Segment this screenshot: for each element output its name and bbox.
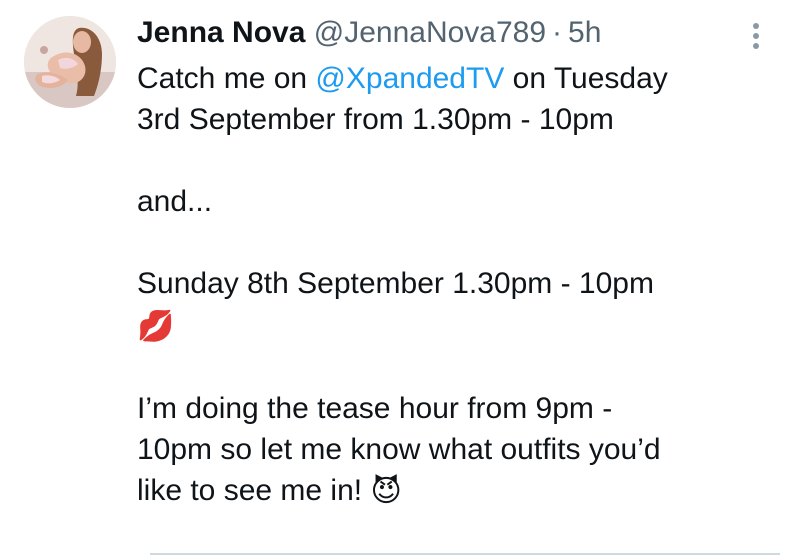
- tweet[interactable]: Jenna Nova @JennaNova789 · 5h Catch me on …: [0, 0, 800, 558]
- header-separator: ·: [552, 16, 563, 49]
- tweet-line: like to see me in! 😈: [137, 470, 777, 513]
- more-options-button[interactable]: [742, 18, 770, 54]
- smiling-devil-emoji: 😈: [370, 475, 402, 509]
- tweet-line: Sunday 8th September 1.30pm - 10pm: [137, 267, 654, 300]
- tweet-header: Jenna Nova @JennaNova789 · 5h: [137, 14, 601, 52]
- avatar[interactable]: [24, 16, 116, 108]
- tweet-line: and...: [137, 185, 213, 218]
- kiss-mark-emoji: 💋: [137, 309, 175, 343]
- more-vertical-icon: [753, 43, 759, 49]
- more-vertical-icon: [753, 23, 759, 29]
- tweet-line: 10pm so let me know what outfits you’d: [137, 432, 661, 466]
- tweet-line: I’m doing the tease hour from 9pm -: [137, 391, 613, 425]
- tweet-line: 💋: [137, 304, 777, 347]
- tweet-text: Catch me on @XpandedTV on Tuesday 3rd Se…: [137, 58, 777, 512]
- author-handle[interactable]: @JennaNova789: [314, 16, 546, 49]
- tweet-line: 3rd September from 1.30pm - 10pm: [137, 103, 614, 136]
- mention-link[interactable]: @XpandedTV: [315, 62, 504, 95]
- tweet-text-segment: Catch me on: [137, 62, 316, 95]
- tweet-line: Catch me on @XpandedTV on Tuesday: [137, 58, 777, 99]
- more-vertical-icon: [753, 33, 759, 39]
- tweet-text-segment: on Tuesday: [504, 62, 668, 95]
- profile-photo: [24, 16, 116, 108]
- divider: [150, 553, 780, 555]
- timestamp[interactable]: 5h: [568, 16, 601, 49]
- display-name[interactable]: Jenna Nova: [137, 16, 305, 49]
- tweet-text-segment: like to see me in!: [137, 473, 371, 507]
